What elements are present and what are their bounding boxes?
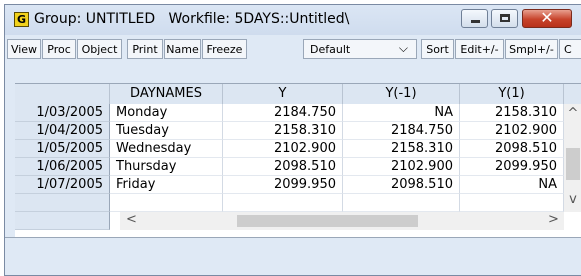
- table-cell[interactable]: Friday: [110, 176, 223, 194]
- scroll-left-icon[interactable]: <: [126, 212, 137, 227]
- obs-label[interactable]: [15, 194, 110, 212]
- table-cell[interactable]: Thursday: [110, 158, 223, 176]
- column-header-row: DAYNAMES Y Y(-1) Y(1): [15, 84, 581, 104]
- table-cell[interactable]: Tuesday: [110, 122, 223, 140]
- vertical-scrollbar[interactable]: ^ v: [564, 104, 581, 212]
- obs-label[interactable]: 1/03/2005: [15, 104, 110, 122]
- table-cell[interactable]: 2098.510: [343, 176, 460, 194]
- sort-button[interactable]: Sort: [421, 39, 454, 59]
- obs-label[interactable]: 1/06/2005: [15, 158, 110, 176]
- group-window: G Group: UNTITLED Workfile: 5DAYS::Untit…: [4, 4, 581, 276]
- table-cell[interactable]: 2184.750: [223, 104, 343, 122]
- table-cell[interactable]: 2099.950: [460, 158, 564, 176]
- table-cell[interactable]: [343, 194, 460, 212]
- close-icon: ✕: [540, 8, 554, 27]
- table-cell[interactable]: [460, 194, 564, 212]
- chevron-down-icon: ⌵: [398, 41, 408, 55]
- print-button[interactable]: Print: [127, 39, 163, 59]
- title-bar[interactable]: G Group: UNTITLED Workfile: 5DAYS::Untit…: [5, 5, 581, 35]
- toolbar: View Proc Object Print Name Freeze Defau…: [5, 35, 581, 62]
- horizontal-scroll-thumb[interactable]: [237, 215, 418, 227]
- table-cell[interactable]: 2098.510: [460, 140, 564, 158]
- window-title: Group: UNTITLED Workfile: 5DAYS::Untitle…: [34, 11, 350, 27]
- minimize-icon: [471, 20, 480, 23]
- display-format-select[interactable]: Default ⌵: [303, 39, 417, 59]
- freeze-button[interactable]: Freeze: [202, 39, 247, 59]
- table-cell[interactable]: [110, 194, 223, 212]
- table-cell[interactable]: 2184.750: [343, 122, 460, 140]
- column-header[interactable]: Y(1): [460, 84, 564, 104]
- table-cell[interactable]: 2102.900: [223, 140, 343, 158]
- vertical-scroll-thumb[interactable]: [566, 148, 580, 180]
- close-button[interactable]: ✕: [522, 8, 572, 28]
- table-cell[interactable]: 2102.900: [460, 122, 564, 140]
- maximize-icon: [500, 14, 510, 22]
- proc-button[interactable]: Proc: [42, 39, 76, 59]
- table-cell[interactable]: 2099.950: [223, 176, 343, 194]
- table-cell[interactable]: 2158.310: [460, 104, 564, 122]
- table-cell[interactable]: NA: [460, 176, 564, 194]
- truncated-toolbar-button[interactable]: C: [559, 39, 581, 59]
- table-cell[interactable]: [223, 194, 343, 212]
- display-format-value: Default: [310, 43, 351, 56]
- table-cell[interactable]: 2102.900: [343, 158, 460, 176]
- object-button[interactable]: Object: [77, 39, 122, 59]
- group-icon: G: [14, 12, 29, 27]
- scroll-down-icon[interactable]: v: [564, 192, 581, 207]
- view-button[interactable]: View: [7, 39, 41, 59]
- minimize-button[interactable]: [461, 9, 488, 28]
- sample-toggle-button[interactable]: Smpl+/-: [505, 39, 558, 59]
- table-cell[interactable]: 2098.510: [223, 158, 343, 176]
- name-button[interactable]: Name: [164, 39, 201, 59]
- column-header[interactable]: DAYNAMES: [110, 84, 223, 104]
- table-cell[interactable]: 2158.310: [223, 122, 343, 140]
- table-cell[interactable]: 2158.310: [343, 140, 460, 158]
- obs-label[interactable]: 1/05/2005: [15, 140, 110, 158]
- scroll-right-icon[interactable]: >: [548, 212, 559, 227]
- maximize-button[interactable]: [491, 9, 518, 28]
- corner-header: [15, 84, 110, 104]
- obs-label[interactable]: 1/07/2005: [15, 176, 110, 194]
- column-header[interactable]: Y: [223, 84, 343, 104]
- table-cell[interactable]: NA: [343, 104, 460, 122]
- scroll-up-icon[interactable]: ^: [564, 106, 581, 121]
- spreadsheet-grid: DAYNAMES Y Y(-1) Y(1) 1/03/2005 Monday 2…: [15, 83, 581, 238]
- table-cell[interactable]: Monday: [110, 104, 223, 122]
- table-cell[interactable]: Wednesday: [110, 140, 223, 158]
- obs-label: [15, 212, 110, 230]
- edit-toggle-button[interactable]: Edit+/-: [455, 39, 504, 59]
- status-pane: [5, 237, 581, 275]
- horizontal-scrollbar[interactable]: < >: [120, 212, 564, 230]
- column-header[interactable]: Y(-1): [343, 84, 460, 104]
- obs-label[interactable]: 1/04/2005: [15, 122, 110, 140]
